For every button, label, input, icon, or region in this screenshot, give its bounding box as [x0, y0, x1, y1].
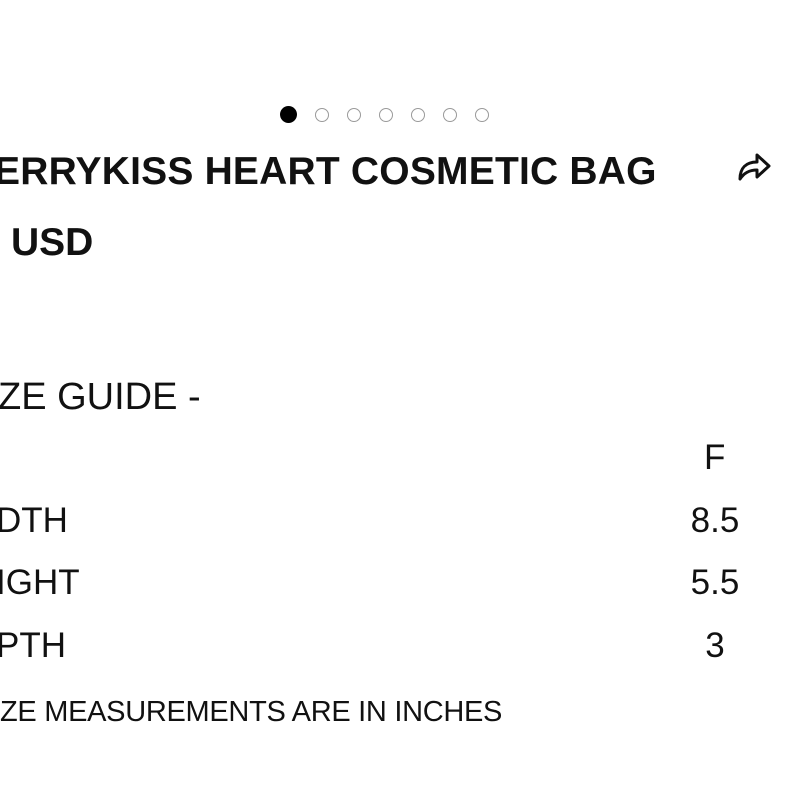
size-row: DTH 8.5 — [0, 500, 794, 542]
share-icon — [738, 153, 771, 181]
carousel-pagination — [280, 106, 489, 123]
carousel-dot-7[interactable] — [475, 107, 489, 122]
carousel-dot-4[interactable] — [379, 107, 393, 122]
size-guide-heading[interactable]: ZE GUIDE - — [0, 375, 201, 419]
size-row: IGHT 5.5 — [0, 562, 794, 604]
size-row-label: DTH — [0, 501, 68, 540]
size-row-label: PTH — [0, 626, 66, 665]
carousel-dot-5[interactable] — [411, 107, 425, 122]
carousel-dot-3[interactable] — [347, 107, 361, 122]
carousel-dot-2[interactable] — [315, 107, 329, 122]
size-guide-note: ZE MEASUREMENTS ARE IN INCHES — [0, 696, 503, 728]
carousel-dot-1[interactable] — [280, 106, 297, 123]
size-row: PTH 3 — [0, 625, 794, 667]
size-column-header: F — [704, 438, 726, 477]
size-row-label: IGHT — [0, 563, 80, 602]
carousel-dot-6[interactable] — [443, 107, 457, 122]
product-title: ERRYKISS HEART COSMETIC BAG — [0, 150, 657, 193]
product-price: USD — [11, 221, 94, 264]
size-row-value: 8.5 — [690, 501, 740, 540]
size-row-value: 5.5 — [690, 563, 740, 602]
size-row-value: 3 — [705, 626, 725, 665]
share-button[interactable] — [733, 146, 775, 186]
